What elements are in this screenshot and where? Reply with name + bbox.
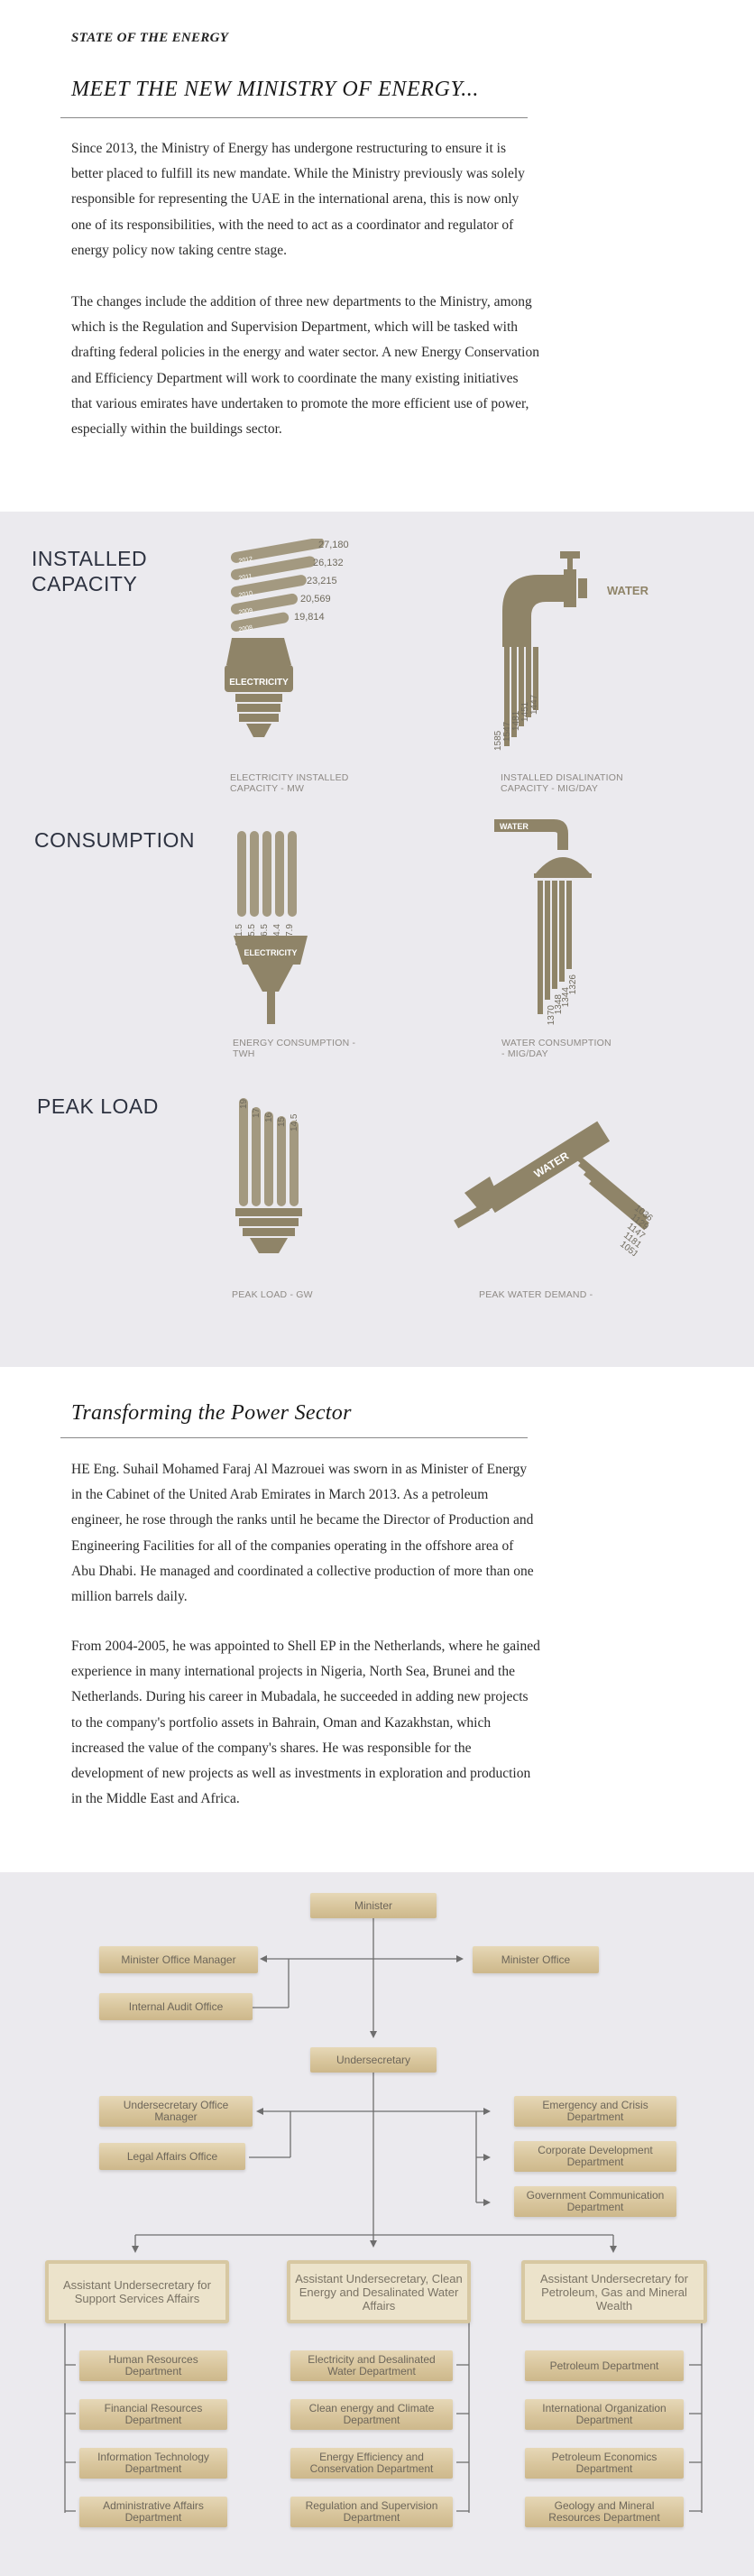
elec-year-5: 2008: [238, 624, 253, 633]
transform-paragraph-2: From 2004-2005, he was appointed to Shel…: [71, 1639, 540, 1807]
headline-divider: [60, 117, 528, 118]
peak-load-value-1: 19: [239, 1098, 249, 1109]
water-tap-graphic: WATER 1585 1547 1481 1451 1447: [493, 551, 649, 751]
intro-paragraph-1: Since 2013, the Ministry of Energy has u…: [71, 141, 525, 258]
transform-headline: Transforming the Power Sector: [71, 1401, 352, 1425]
org-undersecretary: Undersecretary: [310, 2047, 437, 2073]
org-asst-petroleum: Assistant Undersecretary for Petroleum, …: [521, 2260, 707, 2323]
desal-value-5: 1447: [529, 694, 539, 715]
org-clean-dept-4: Regulation and Supervision Department: [290, 2497, 453, 2527]
org-clean-dept-1: Electricity and Desalinated Water Depart…: [290, 2350, 453, 2381]
elec-value-5: 19,814: [294, 612, 325, 623]
water-consumption-caption: WATER CONSUMPTION - MIG/DAY: [501, 1038, 611, 1059]
org-support-dept-3: Information Technology Department: [79, 2448, 227, 2479]
elec-value-2: 26,132: [313, 558, 344, 568]
org-petroleum-dept-3: Petroleum Economics Department: [525, 2448, 684, 2479]
transform-paragraph-1: HE Eng. Suhail Mohamed Faraj Al Mazrouei…: [71, 1462, 534, 1605]
org-emergency-crisis-dept: Emergency and Crisis Department: [514, 2096, 676, 2127]
electricity-label: ELECTRICITY: [229, 678, 289, 688]
org-internal-audit-office: Internal Audit Office: [99, 1993, 253, 2020]
page-headline: MEET THE NEW MINISTRY OF ENERGY...: [71, 78, 479, 101]
peak-water-tap-graphic: WATER 1036 1129 1147 1181 1051: [454, 1121, 655, 1256]
org-petroleum-dept-1: Petroleum Department: [525, 2350, 684, 2381]
consumption-title: CONSUMPTION: [34, 828, 195, 852]
water-shower-graphic: WATER 1326 1344 1348 1370: [494, 819, 592, 1026]
water-label: WATER: [607, 584, 649, 597]
shower-water-label: WATER: [500, 822, 529, 831]
org-legal-affairs-office: Legal Affairs Office: [99, 2143, 245, 2170]
peak-load-bulb-graphic: 19 17 16 15 14.5: [235, 1098, 302, 1253]
org-asst-support-services: Assistant Undersecretary for Support Ser…: [45, 2260, 229, 2323]
peak-load-value-4: 15: [277, 1116, 287, 1127]
electricity-bulb-graphic: 2012 2011 2010 2009 2008 27,180 26,132 2…: [225, 539, 349, 737]
org-chart-panel: Minister Minister Office Manager Interna…: [0, 1872, 754, 2576]
org-clean-dept-2: Clean energy and Climate Department: [290, 2399, 453, 2430]
peak-load-value-5: 14.5: [290, 1113, 299, 1131]
peak-load-caption: PEAK LOAD - GW: [232, 1289, 313, 1300]
elec-year-4: 2009: [238, 607, 253, 616]
desalination-installed-caption: INSTALLED DISALINATION CAPACITY - MIG/DA…: [501, 772, 623, 794]
plug-electricity-label: ELECTRICITY: [244, 948, 297, 957]
elec-value-3: 23,215: [307, 576, 337, 586]
org-undersecretary-office-manager: Undersecretary Office Manager: [99, 2096, 253, 2127]
org-corporate-development-dept: Corporate Development Department: [514, 2141, 676, 2172]
org-clean-dept-3: Energy Efficiency and Conservation Depar…: [290, 2448, 453, 2479]
org-minister-office-manager: Minister Office Manager: [99, 1946, 258, 1973]
peak-load-value-2: 17: [252, 1107, 262, 1118]
transform-divider: [60, 1437, 528, 1438]
electricity-installed-caption: ELECTRICITY INSTALLED CAPACITY - MW: [230, 772, 349, 794]
energy-consumption-caption: ENERGY CONSUMPTION - TWH: [233, 1038, 356, 1059]
electricity-plug-graphic: 101.5 95.5 86.5 84.4 77.9 ELECTRICITY: [234, 831, 308, 1024]
peak-load-title: PEAK LOAD: [37, 1094, 159, 1118]
org-asst-clean-energy: Assistant Undersecretary, Clean Energy a…: [287, 2260, 471, 2323]
intro-paragraph-2: The changes include the addition of thre…: [71, 294, 539, 438]
org-petroleum-dept-2: International Organization Department: [525, 2399, 684, 2430]
org-minister: Minister: [310, 1893, 437, 1918]
section-kicker: STATE OF THE ENERGY: [71, 31, 229, 45]
elec-year-1: 2012: [238, 556, 253, 565]
org-government-communication-dept: Government Communication Department: [514, 2186, 676, 2217]
elec-year-2: 2011: [238, 573, 253, 582]
org-minister-office: Minister Office: [473, 1946, 599, 1973]
peak-load-value-3: 16: [264, 1112, 274, 1122]
org-support-dept-4: Administrative Affairs Department: [79, 2497, 227, 2527]
peak-water-caption: PEAK WATER DEMAND -: [479, 1289, 593, 1300]
elec-year-3: 2010: [238, 590, 253, 599]
org-support-dept-2: Financial Resources Department: [79, 2399, 227, 2430]
installed-capacity-title: INSTALLED CAPACITY: [32, 547, 148, 596]
org-petroleum-dept-4: Geology and Mineral Resources Department: [525, 2497, 684, 2527]
elec-value-4: 20,569: [300, 594, 331, 605]
infographic-panel: INSTALLED CAPACITY CONSUMPTION PEAK LOAD…: [0, 512, 754, 1367]
water-consumption-value-4: 1370: [547, 1005, 556, 1026]
org-support-dept-1: Human Resources Department: [79, 2350, 227, 2381]
elec-value-1: 27,180: [318, 540, 349, 550]
